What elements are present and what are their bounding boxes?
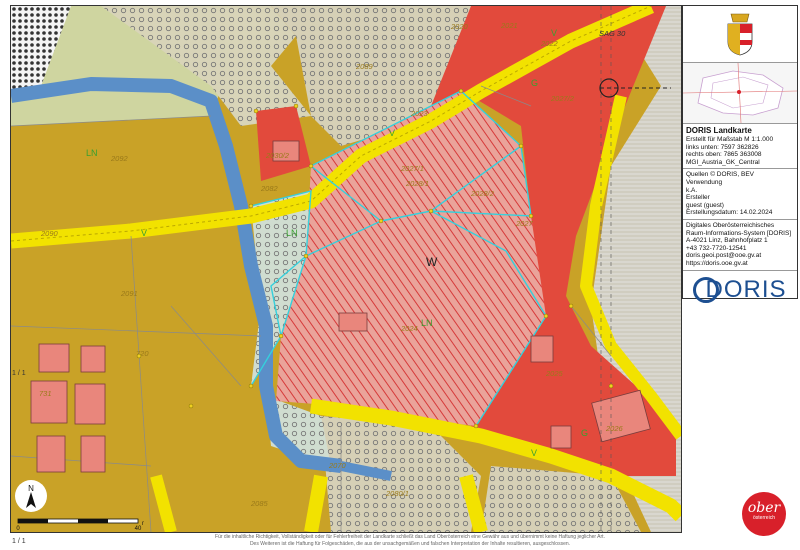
panel-ersteller-value: guest (guest): [686, 201, 724, 209]
label-sag: SAG 30: [599, 29, 626, 38]
overview-map: [682, 62, 798, 124]
disclaimer: Für die inhaltliche Richtigkeit, Vollstä…: [215, 534, 605, 547]
panel-phone: +43 732-7720-12541: [686, 244, 747, 252]
parcel-2091: 2091: [120, 289, 138, 298]
panel-address: A-4021 Linz, Bahnhofplatz 1: [686, 237, 768, 245]
compass-icon: N: [26, 484, 36, 508]
scale-end: 40: [135, 526, 142, 532]
parcel-2027-1: 2027/1: [400, 164, 424, 173]
parcel-2092: 2092: [110, 154, 129, 163]
parcel-2021: 2021: [500, 21, 518, 30]
parcel-2028-2: 2028/2: [470, 189, 495, 198]
parcel-2090: 2090: [40, 229, 59, 238]
panel-ersteller: Ersteller: [686, 194, 710, 202]
zone-label-w: W: [426, 255, 438, 269]
scale-unit: m: [142, 521, 144, 527]
parcel-2027: 2027: [515, 219, 534, 228]
label-ln3: LN: [421, 318, 433, 328]
panel-web[interactable]: https://doris.ooe.gv.at: [686, 260, 794, 268]
label-v3: V: [531, 448, 537, 458]
parcel-2022: 2022: [540, 39, 559, 48]
parcel-2070: 2070: [328, 461, 347, 470]
label-v2: V: [141, 228, 147, 238]
page-indicator-side: 1 / 1: [12, 370, 26, 377]
panel-title: DORIS Landkarte: [686, 126, 752, 135]
coat-of-arms-icon: [727, 13, 753, 56]
map-svg: W LN LN LN V V V V G G 2028/1 2027/1 202…: [11, 6, 681, 532]
parcel-2080-1: 2080/1: [385, 489, 409, 498]
scale-bar: 0 40 m: [14, 516, 147, 532]
map-canvas[interactable]: W LN LN LN V V V V G G 2028/1 2027/1 202…: [10, 5, 682, 533]
panel-scale: Erstellt für Maßstab M 1:1.000: [686, 136, 774, 143]
panel-verwendung: Verwendung: [686, 178, 723, 186]
panel-crs: MGI_Austria_GK_Central: [686, 158, 760, 166]
overview-map-svg: [682, 62, 798, 124]
info-panel: DORIS Landkarte Erstellt für Maßstab M 1…: [682, 5, 798, 303]
parcel-2025: 2025: [545, 369, 564, 378]
panel-email[interactable]: doris.geoi.post@ooe.gv.at: [686, 252, 794, 260]
panel-org2: Raum-Informations-System [DORIS]: [686, 229, 792, 237]
parcel-2028-1: 2028/1: [405, 179, 429, 188]
coat-of-arms: [683, 6, 797, 62]
parcel-2020: 2020: [450, 22, 469, 31]
label-ln1: LN: [86, 148, 98, 158]
panel-org1: Digitales Oberösterreichisches: [686, 221, 775, 229]
north-arrow: N: [15, 480, 47, 512]
label-v1: V: [389, 128, 395, 138]
label-g1: G: [531, 78, 538, 88]
parcel-2089: 2089: [355, 62, 374, 71]
parcel-731: 731: [39, 389, 52, 398]
parcel-2023: 2023: [410, 109, 429, 118]
scale-start: 0: [16, 526, 20, 532]
road-stub-south: [304, 474, 328, 532]
parcel-2026: 2026: [605, 424, 624, 433]
doris-logo: DORIS: [683, 269, 797, 309]
panel-links-unten: links unten: 7597 362826: [686, 143, 759, 151]
panel-verwendung-value: k.A.: [686, 186, 698, 194]
parcel-2085: 2085: [250, 499, 269, 508]
label-g2: G: [581, 428, 588, 438]
panel-quellen: Quellen © DORIS, BEV: [686, 171, 755, 179]
parcel-2082: 2082: [260, 184, 279, 193]
parcel-2024: 2024: [400, 324, 418, 333]
svg-text:N: N: [28, 484, 34, 493]
parcel-2030-2: 2030/2: [265, 151, 290, 160]
parcel-2027-2: 2027/2: [550, 94, 575, 103]
panel-datum: Erstellungsdatum: 14.02.2024: [686, 209, 773, 217]
oberoesterreich-logo: ober österreich: [742, 492, 786, 536]
page-indicator: 1 / 1: [12, 538, 26, 545]
label-ln2: LN: [286, 228, 298, 238]
label-v4: V: [551, 28, 557, 38]
panel-rechts-oben: rechts oben: 7865 363008: [686, 151, 762, 159]
